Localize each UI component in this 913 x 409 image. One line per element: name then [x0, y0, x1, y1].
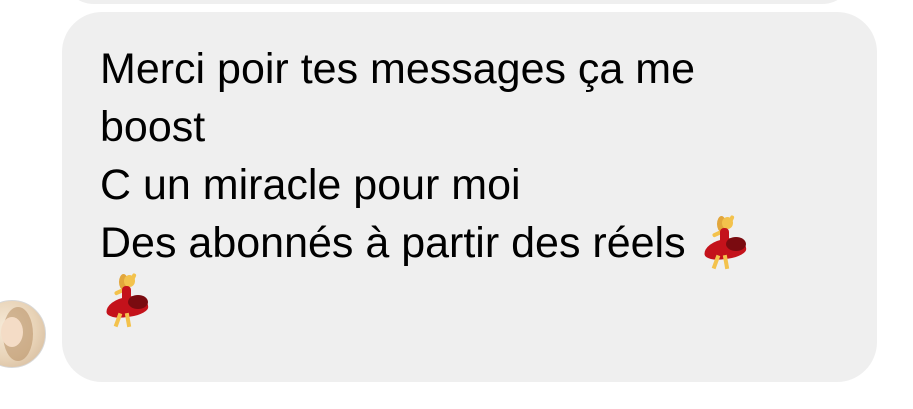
- woman-dancing-emoji: [100, 272, 150, 329]
- emoji-line: [100, 272, 847, 330]
- message-line-with-emoji: Des abonnés à partir des réels: [100, 214, 847, 272]
- message-line: Merci poir tes messages ça me: [100, 45, 696, 93]
- message-bubble[interactable]: Merci poir tes messages ça me boost C un…: [62, 12, 877, 382]
- previous-message-bubble[interactable]: [62, 0, 854, 4]
- message-line: boost: [100, 103, 206, 151]
- woman-dancing-emoji: [698, 214, 748, 271]
- avatar[interactable]: [0, 300, 46, 368]
- message-line: Des abonnés à partir des réels: [100, 219, 686, 267]
- message-line: C un miracle pour moi: [100, 161, 521, 209]
